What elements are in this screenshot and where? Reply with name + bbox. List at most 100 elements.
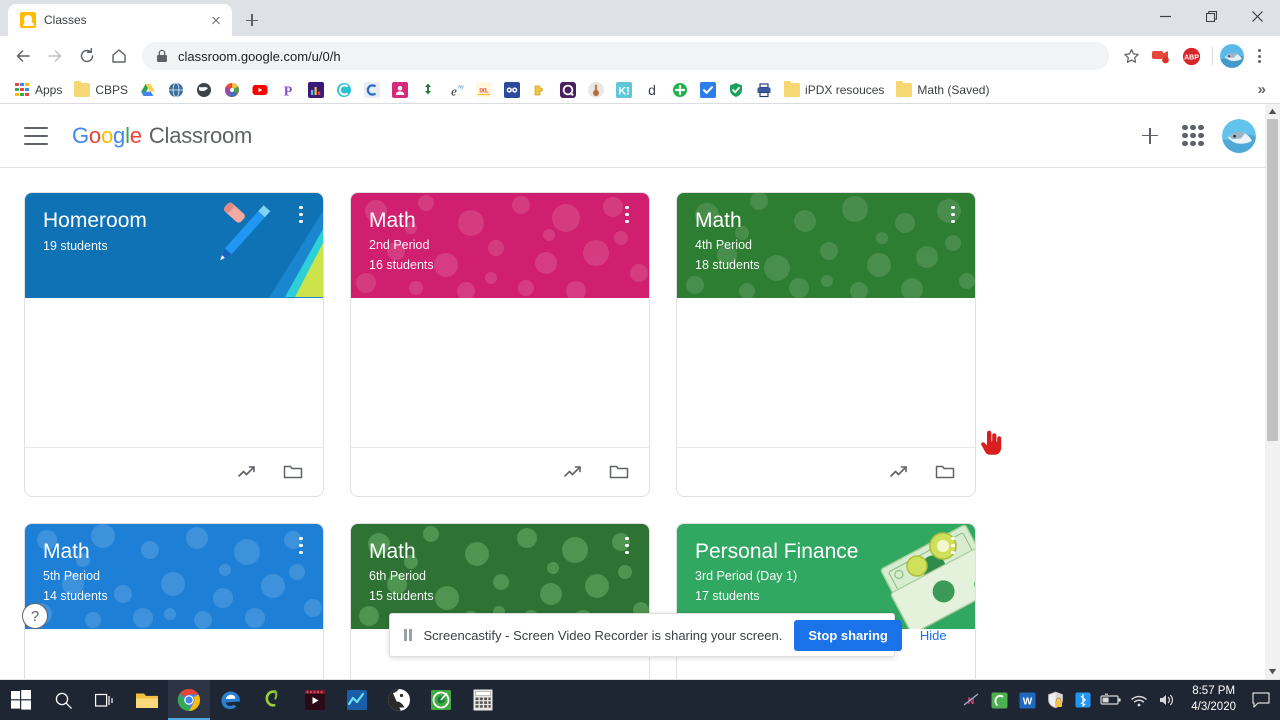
card-footer: [677, 448, 975, 496]
calculator-button[interactable]: [462, 680, 504, 720]
scroll-down-button[interactable]: [1265, 664, 1280, 679]
bookmark-thermometer[interactable]: [582, 80, 610, 100]
account-avatar[interactable]: [1222, 118, 1256, 153]
card-menu-button[interactable]: [291, 537, 311, 554]
bookmark-cbps[interactable]: CBPS: [68, 80, 134, 99]
task-view-button[interactable]: [84, 680, 126, 720]
page-scrollbar[interactable]: [1265, 104, 1280, 679]
green-c-icon[interactable]: [985, 680, 1013, 720]
bluetooth-icon[interactable]: [1069, 680, 1097, 720]
bookmark-canvas-teal[interactable]: [330, 80, 358, 100]
graph-app-button[interactable]: [336, 680, 378, 720]
bookmark-canvas-blue[interactable]: [358, 80, 386, 100]
folder-open-icon[interactable]: [281, 460, 305, 484]
new-tab-button[interactable]: [238, 6, 266, 34]
media-player-button[interactable]: [294, 680, 336, 720]
search-button[interactable]: [42, 680, 84, 720]
trending-up-icon[interactable]: [235, 460, 259, 484]
toolbar-divider: [1212, 47, 1213, 65]
bookmark-desmos[interactable]: d: [638, 80, 666, 100]
green-disc-app-button[interactable]: [420, 680, 462, 720]
bookmark-pandora[interactable]: P: [274, 80, 302, 100]
card-menu-button[interactable]: [617, 537, 637, 554]
brand-letter: e: [129, 122, 142, 148]
card-menu-button[interactable]: [291, 206, 311, 223]
pause-icon[interactable]: [404, 629, 412, 641]
bookmark-pink-contact[interactable]: [386, 80, 414, 100]
bookmark-blue-check[interactable]: [694, 80, 722, 100]
three-dots-menu-icon[interactable]: [1246, 43, 1272, 69]
close-icon[interactable]: [208, 12, 224, 28]
bookmark-globe-blue[interactable]: [162, 80, 190, 100]
tab-title: Classes: [44, 13, 87, 27]
forward-arrow-icon[interactable]: [40, 41, 70, 71]
wifi-icon[interactable]: [1125, 680, 1153, 720]
bookmark-pinwheel[interactable]: [218, 80, 246, 100]
hide-button[interactable]: Hide: [914, 628, 953, 643]
action-center-icon[interactable]: [1246, 680, 1276, 720]
bookmark-ipdx-resouces[interactable]: iPDX resouces: [778, 80, 890, 99]
home-icon[interactable]: [104, 41, 134, 71]
bookmark-edpuzzle[interactable]: [498, 80, 526, 100]
class-card[interactable]: Math 2nd Period 16 students: [350, 192, 650, 497]
speaker-icon[interactable]: [1153, 680, 1181, 720]
class-card[interactable]: Homeroom 19 students: [24, 192, 324, 497]
bookmarks-overflow-button[interactable]: »: [1252, 81, 1272, 98]
bookmark-quizizz[interactable]: [554, 80, 582, 100]
file-explorer-button[interactable]: [126, 680, 168, 720]
reload-icon[interactable]: [72, 41, 102, 71]
hamburger-menu-icon[interactable]: [24, 126, 48, 145]
microsoft-edge-button[interactable]: [210, 680, 252, 720]
scrollbar-thumb[interactable]: [1267, 119, 1278, 441]
close-button[interactable]: [1234, 0, 1280, 32]
card-menu-button[interactable]: [943, 537, 963, 554]
photos-app-button[interactable]: [378, 680, 420, 720]
google-apps-grid-icon[interactable]: [1182, 124, 1204, 147]
bookmark-globe-dark[interactable]: [190, 80, 218, 100]
trending-up-icon[interactable]: [887, 460, 911, 484]
blue-w-icon[interactable]: W: [1013, 680, 1041, 720]
plus-icon[interactable]: [1136, 122, 1164, 150]
adblock-plus-icon[interactable]: ABP: [1178, 43, 1204, 69]
bookmark-ixl[interactable]: IXL: [470, 80, 498, 100]
bookmark-green-shield[interactable]: [722, 80, 750, 100]
bookmark-purple-chart[interactable]: [302, 80, 330, 100]
bookmark-math-saved[interactable]: Math (Saved): [890, 80, 995, 99]
trending-up-icon[interactable]: [561, 460, 585, 484]
pink-nv-icon[interactable]: N: [957, 680, 985, 720]
card-menu-button[interactable]: [943, 206, 963, 223]
screencastify-button[interactable]: [252, 680, 294, 720]
bookmark-kahoot[interactable]: K!: [610, 80, 638, 100]
stop-sharing-button[interactable]: Stop sharing: [794, 619, 902, 651]
bookmark-green-money[interactable]: [414, 80, 442, 100]
profile-avatar[interactable]: [1220, 44, 1244, 68]
bookmark-google-drive[interactable]: [134, 80, 162, 100]
google-chrome-button[interactable]: [168, 680, 210, 720]
bookmark-printer[interactable]: [750, 80, 778, 100]
back-arrow-icon[interactable]: [8, 41, 38, 71]
brand-letter: G: [72, 122, 89, 148]
bookmark-yellow-puzzle[interactable]: [526, 80, 554, 100]
browser-tab[interactable]: Classes: [8, 4, 232, 36]
minimize-button[interactable]: [1142, 0, 1188, 32]
bookmark-green-plus[interactable]: [666, 80, 694, 100]
battery-icon[interactable]: [1097, 680, 1125, 720]
bookmark-youtube[interactable]: [246, 80, 274, 100]
folder-open-icon[interactable]: [607, 460, 631, 484]
bookmark-apps[interactable]: Apps: [8, 80, 68, 100]
class-card[interactable]: Math 5th Period 14 students: [24, 523, 324, 679]
help-button[interactable]: ?: [22, 603, 48, 629]
bookmark-edgenuity[interactable]: e ny: [442, 80, 470, 100]
screencastify-icon[interactable]: [1148, 43, 1174, 69]
taskbar-clock[interactable]: 8:57 PM 4/3/2020: [1181, 684, 1246, 715]
scroll-up-button[interactable]: [1265, 104, 1280, 119]
shield-lock-icon[interactable]: [1041, 680, 1069, 720]
restore-button[interactable]: [1188, 0, 1234, 32]
class-card[interactable]: Math 4th Period 18 students: [676, 192, 976, 497]
folder-open-icon[interactable]: [933, 460, 957, 484]
start-button[interactable]: [0, 680, 42, 720]
address-bar[interactable]: classroom.google.com/u/0/h: [142, 42, 1109, 70]
card-menu-button[interactable]: [617, 206, 637, 223]
star-icon[interactable]: [1117, 42, 1145, 70]
pink-contact-icon: [392, 81, 409, 98]
